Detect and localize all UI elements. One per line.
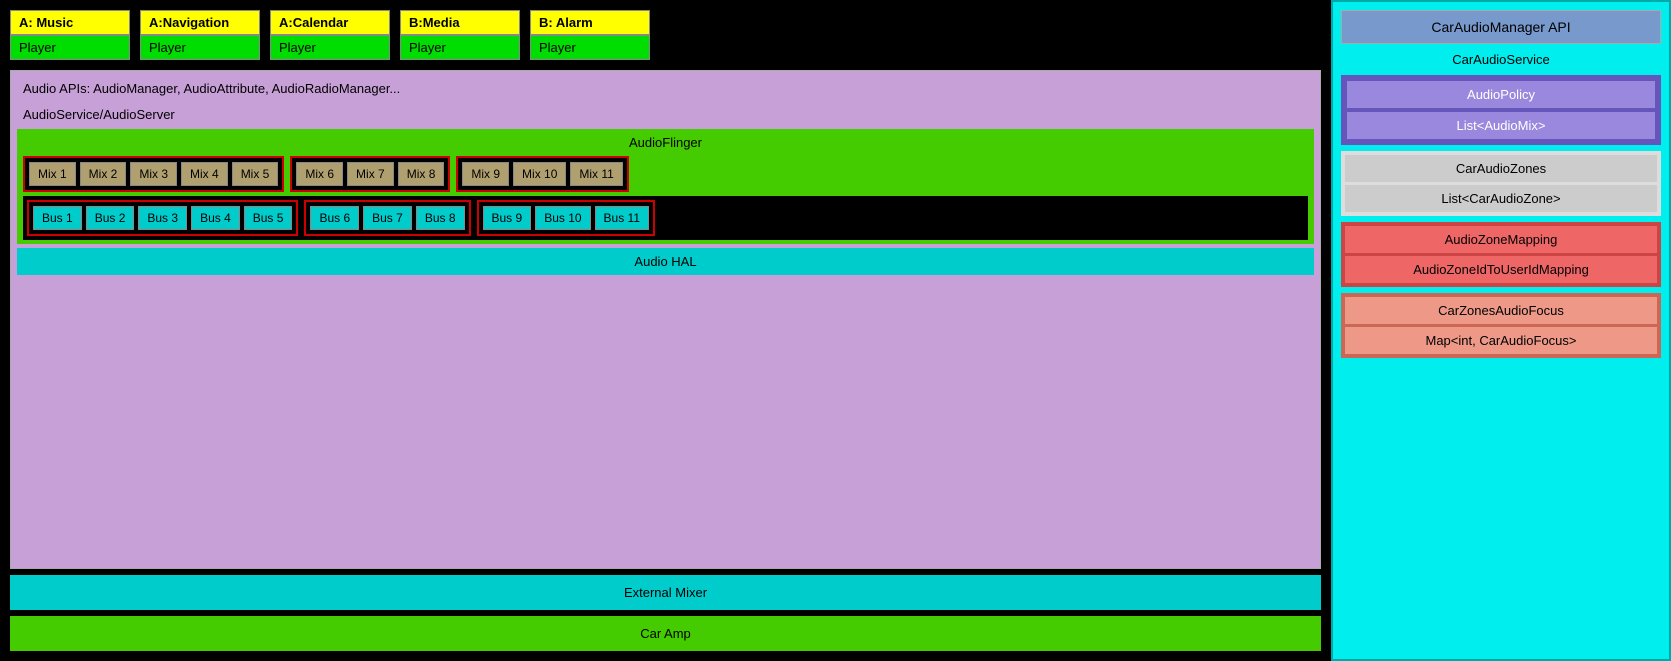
stack-area: Audio APIs: AudioManager, AudioAttribute… [10,70,1321,569]
player-card-bottom-2: Player [270,35,390,60]
bus-group-0: Bus 1 Bus 2 Bus 3 Bus 4 Bus 5 [27,200,298,236]
mix-group-0: Mix 1 Mix 2 Mix 3 Mix 4 Mix 5 [23,156,284,192]
mix-box-0-3: Mix 4 [181,162,228,186]
mix-box-1-1: Mix 7 [347,162,394,186]
bus-box-1-1: Bus 7 [363,206,412,230]
audiozone-mapping-label: AudioZoneMapping [1345,226,1657,253]
player-card-3: B:Media Player [400,10,520,60]
player-card-top-2: A:Calendar [270,10,390,35]
audiopolicy-label: AudioPolicy [1347,81,1655,108]
gray-box: CarAudioZones List<CarAudioZone> [1341,151,1661,216]
audioflinger-label: AudioFlinger [23,135,1308,150]
player-card-0: A: Music Player [10,10,130,60]
carzones-audiofocus-label: CarZonesAudioFocus [1345,297,1657,324]
mix-group-1: Mix 6 Mix 7 Mix 8 [290,156,450,192]
right-panel: CarAudioManager API CarAudioService Audi… [1331,0,1671,661]
external-mixer-row: External Mixer [10,575,1321,610]
purple-box: AudioPolicy List<AudioMix> [1341,75,1661,145]
left-diagram: A: Music Player A:Navigation Player A:Ca… [0,0,1331,661]
caraudiomanager-api-label: CarAudioManager API [1341,10,1661,44]
bus-box-1-2: Bus 8 [416,206,465,230]
car-amp-row: Car Amp [10,616,1321,651]
mix-box-0-1: Mix 2 [80,162,127,186]
list-caraudiozone-label: List<CarAudioZone> [1345,185,1657,212]
bus-box-2-1: Bus 10 [535,206,590,230]
mix-box-2-1: Mix 10 [513,162,566,186]
bus-box-2-0: Bus 9 [483,206,532,230]
player-card-4: B: Alarm Player [530,10,650,60]
bus-box-0-1: Bus 2 [86,206,135,230]
audio-hal-row: Audio HAL [17,248,1314,275]
map-caraudiofocus-label: Map<int, CarAudioFocus> [1345,327,1657,354]
mix-box-0-2: Mix 3 [130,162,177,186]
player-card-bottom-3: Player [400,35,520,60]
mix-box-0-4: Mix 5 [232,162,279,186]
salmon-box: CarZonesAudioFocus Map<int, CarAudioFocu… [1341,293,1661,358]
player-card-top-0: A: Music [10,10,130,35]
player-card-bottom-1: Player [140,35,260,60]
audioservice-label: AudioService/AudioServer [17,104,1314,125]
bus-box-0-0: Bus 1 [33,206,82,230]
bus-box-0-3: Bus 4 [191,206,240,230]
bus-group-1: Bus 6 Bus 7 Bus 8 [304,200,470,236]
bus-group-2: Bus 9 Bus 10 Bus 11 [477,200,656,236]
caraudioservice-label: CarAudioService [1341,50,1661,69]
red-box: AudioZoneMapping AudioZoneIdToUserIdMapp… [1341,222,1661,287]
mix-box-1-0: Mix 6 [296,162,343,186]
audioflinger-area: AudioFlinger Mix 1 Mix 2 Mix 3 Mix 4 Mix… [17,129,1314,244]
player-card-bottom-0: Player [10,35,130,60]
bus-box-0-4: Bus 5 [244,206,293,230]
bus-box-2-2: Bus 11 [595,206,649,230]
player-card-1: A:Navigation Player [140,10,260,60]
audiozoneid-userid-label: AudioZoneIdToUserIdMapping [1345,256,1657,283]
mix-groups-row: Mix 1 Mix 2 Mix 3 Mix 4 Mix 5 Mix 6 Mix … [23,156,1308,192]
players-row: A: Music Player A:Navigation Player A:Ca… [10,10,1321,60]
mix-group-2: Mix 9 Mix 10 Mix 11 [456,156,628,192]
mix-box-1-2: Mix 8 [398,162,445,186]
mix-box-2-2: Mix 11 [570,162,622,186]
player-card-top-3: B:Media [400,10,520,35]
player-card-top-1: A:Navigation [140,10,260,35]
audio-apis-label: Audio APIs: AudioManager, AudioAttribute… [17,77,1314,100]
caraudiozones-label: CarAudioZones [1345,155,1657,182]
mix-box-2-0: Mix 9 [462,162,509,186]
player-card-bottom-4: Player [530,35,650,60]
player-card-top-4: B: Alarm [530,10,650,35]
bus-box-1-0: Bus 6 [310,206,359,230]
list-audiomix-label: List<AudioMix> [1347,112,1655,139]
player-card-2: A:Calendar Player [270,10,390,60]
mix-box-0-0: Mix 1 [29,162,76,186]
bus-groups-row: Bus 1 Bus 2 Bus 3 Bus 4 Bus 5 Bus 6 Bus … [23,196,1308,240]
bus-box-0-2: Bus 3 [138,206,187,230]
